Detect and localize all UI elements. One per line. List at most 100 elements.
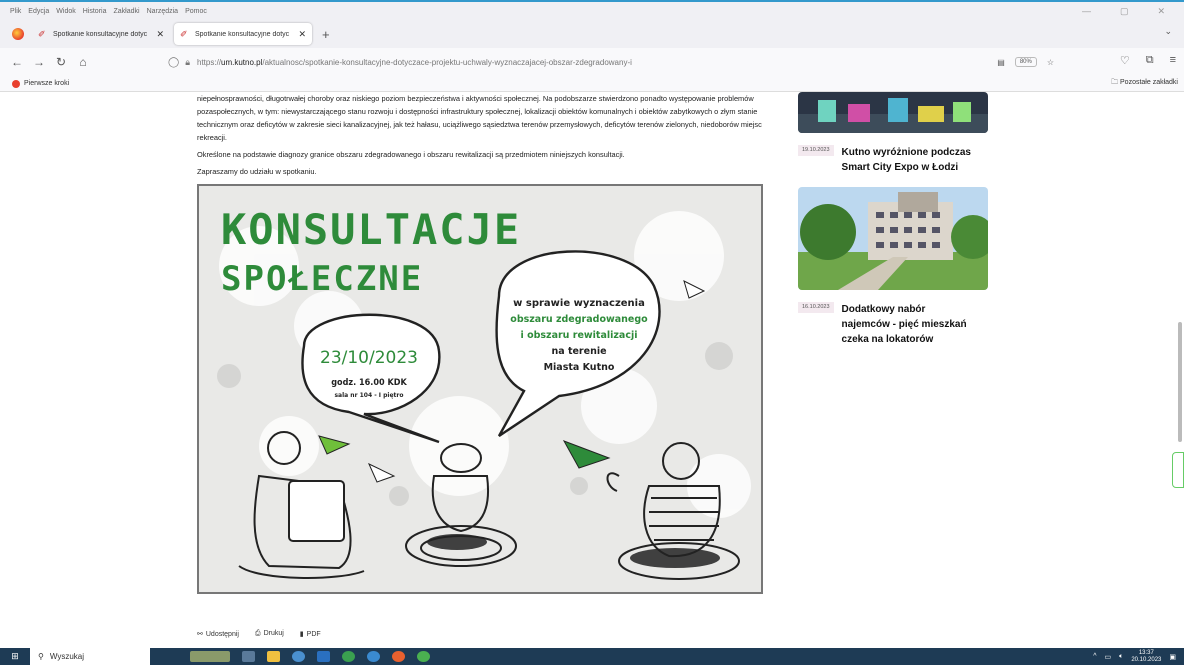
- news-item[interactable]: 19.10.2023 Kutno wyróżnione podczas Smar…: [798, 145, 988, 175]
- outlook-icon[interactable]: [317, 651, 330, 662]
- menu-bar: Plik Edycja Widok Historia Zakładki Narz…: [0, 0, 1184, 20]
- other-bookmarks-label: Pozostałe zakładki: [1120, 79, 1178, 86]
- poster-room: sala nr 104 - I piętro: [334, 392, 403, 399]
- widgets-icon[interactable]: [190, 651, 230, 662]
- navigation-bar: ← → ↻ ⌂ ◯ 🔒︎ https://um.kutno.pl/aktualn…: [0, 48, 1184, 76]
- news-title[interactable]: Dodatkowy nabór najemców - pięć mieszkań…: [842, 302, 977, 347]
- tray-chevron-icon[interactable]: ^: [1093, 653, 1096, 660]
- news-image-apartments[interactable]: [798, 187, 988, 290]
- url-bar-actions: ▤ 80% ☆: [997, 57, 1054, 67]
- chrome-icon[interactable]: [292, 651, 305, 662]
- task-view-icon[interactable]: [242, 651, 255, 662]
- maximize-icon[interactable]: ▢: [1120, 6, 1129, 17]
- toolbar-right: ♡ ⧉ ≡: [1120, 54, 1176, 67]
- menu-history[interactable]: Historia: [83, 8, 107, 15]
- menu-help[interactable]: Pomoc: [185, 8, 207, 15]
- news-date: 16.10.2023: [798, 302, 834, 313]
- scrollbar-thumb[interactable]: [1178, 322, 1182, 442]
- app-green-icon[interactable]: [342, 651, 355, 662]
- poster-graphic: KONSULTACJE SPOŁECZNE 23/10/2023 godz. 1…: [199, 186, 761, 592]
- volume-icon[interactable]: 🔈︎: [1119, 653, 1123, 661]
- clock[interactable]: 13:37 20.10.2023: [1131, 650, 1161, 664]
- reader-view-icon[interactable]: ▤: [997, 58, 1005, 67]
- taskbar-search-placeholder: Wyszukaj: [49, 652, 85, 661]
- poster-time: godz. 16.00 KDK: [331, 378, 407, 388]
- tab-bar: ✐ Spotkanie konsultacyjne dotyc ✕ ✐ Spot…: [0, 20, 1184, 48]
- taskbar-apps: [190, 651, 430, 662]
- print-link[interactable]: ⎙ Drukuj: [255, 630, 284, 638]
- url-bar[interactable]: ◯ 🔒︎ https://um.kutno.pl/aktualnosc/spot…: [168, 52, 1058, 72]
- pdf-link[interactable]: ▮ PDF: [300, 630, 321, 638]
- file-explorer-icon[interactable]: [267, 651, 280, 662]
- news-date: 19.10.2023: [798, 145, 834, 156]
- windows-taskbar: ⊞ ⚲ Wyszukaj ^ ▭ 🔈︎ 13:37 20.10.2023 ▣: [0, 648, 1184, 665]
- reload-icon[interactable]: ↻: [50, 55, 72, 69]
- article-paragraph: Zapraszamy do udziału w spotkaniu.: [197, 167, 317, 176]
- extensions-icon[interactable]: ⧉: [1146, 54, 1154, 67]
- pdf-label: PDF: [306, 631, 321, 638]
- forward-icon[interactable]: →: [28, 55, 50, 69]
- tab-close-icon[interactable]: ✕: [298, 29, 306, 40]
- close-window-icon[interactable]: ✕: [1157, 6, 1165, 17]
- poster-date: 23/10/2023: [320, 348, 418, 368]
- news-sidebar: 19.10.2023 Kutno wyróżnione podczas Smar…: [798, 92, 988, 347]
- window-controls: — ▢ ✕: [1082, 6, 1172, 17]
- page-scrollbar[interactable]: [1178, 92, 1182, 640]
- list-tabs-chevron-icon[interactable]: ⌄: [1164, 26, 1172, 37]
- bookmarks-bar: Pierwsze kroki 🗀︎ Pozostałe zakładki: [0, 76, 1184, 92]
- app-blue-icon[interactable]: [367, 651, 380, 662]
- firefox-taskbar-icon[interactable]: [392, 651, 405, 662]
- app-green2-icon[interactable]: [417, 651, 430, 662]
- tab-close-icon[interactable]: ✕: [156, 29, 164, 40]
- tab-title: Spotkanie konsultacyjne dotyc: [195, 30, 290, 38]
- news-image-smart-city[interactable]: [798, 92, 988, 133]
- home-icon[interactable]: ⌂: [72, 55, 94, 69]
- lock-icon[interactable]: 🔒︎: [185, 57, 190, 68]
- article-body: niepełnosprawności, długotrwałej choroby…: [197, 92, 767, 182]
- news-title[interactable]: Kutno wyróżnione podczas Smart City Expo…: [842, 145, 977, 175]
- clock-time: 13:37: [1138, 649, 1154, 656]
- menu-edit[interactable]: Edycja: [28, 8, 49, 15]
- firefox-bookmark-icon: [12, 79, 20, 88]
- bookmark-first-steps[interactable]: Pierwsze kroki: [24, 80, 69, 87]
- other-bookmarks[interactable]: 🗀︎ Pozostałe zakładki: [1111, 78, 1178, 89]
- url-prefix: https://: [197, 57, 222, 67]
- firefox-view-icon[interactable]: [12, 28, 24, 40]
- site-favicon-icon: ✐: [180, 29, 188, 39]
- menu-view[interactable]: Widok: [56, 8, 75, 15]
- article-paragraph: niepełnosprawności, długotrwałej choroby…: [197, 94, 762, 142]
- menu-tools[interactable]: Narzędzia: [147, 8, 179, 15]
- menu-bookmarks[interactable]: Zakładki: [113, 8, 139, 15]
- article-paragraph: Określone na podstawie diagnozy granice …: [197, 150, 625, 159]
- poster-bubble-line-3: i obszaru rewitalizacji: [521, 330, 638, 341]
- taskbar-search[interactable]: ⚲ Wyszukaj: [30, 648, 150, 665]
- tab-1[interactable]: ✐ Spotkanie konsultacyjne dotyc ✕: [32, 23, 170, 45]
- start-icon[interactable]: ⊞: [0, 651, 30, 662]
- poster-bubble-line-4: na terenie: [551, 346, 606, 357]
- share-label: Udostępnij: [205, 631, 239, 638]
- back-icon[interactable]: ←: [6, 55, 28, 69]
- accessibility-widget-icon[interactable]: [1172, 452, 1184, 488]
- news-item[interactable]: 16.10.2023 Dodatkowy nabór najemców - pi…: [798, 302, 988, 347]
- zoom-level[interactable]: 80%: [1014, 57, 1037, 67]
- app-menu-icon[interactable]: ≡: [1170, 54, 1176, 67]
- bookmark-star-icon[interactable]: ☆: [1047, 58, 1054, 67]
- poster-bubble-line-1: w sprawie wyznaczenia: [513, 298, 645, 309]
- share-link[interactable]: ⚯ Udostępnij: [197, 630, 239, 638]
- poster-bubble-line-2: obszaru zdegradowanego: [510, 314, 648, 325]
- menu-file[interactable]: Plik: [10, 8, 21, 15]
- tracking-shield-icon[interactable]: ◯: [168, 57, 179, 68]
- folder-icon: 🗀︎: [1111, 79, 1121, 86]
- print-icon: ⎙: [254, 630, 261, 637]
- pocket-icon[interactable]: ♡: [1120, 54, 1130, 67]
- search-icon: ⚲: [38, 652, 44, 661]
- network-icon[interactable]: ▭: [1105, 653, 1112, 661]
- minimize-icon[interactable]: —: [1082, 6, 1091, 17]
- share-icon: ⚯: [197, 631, 203, 638]
- notifications-icon[interactable]: ▣: [1169, 653, 1176, 661]
- new-tab-icon[interactable]: +: [322, 27, 330, 42]
- pdf-icon: ▮: [299, 631, 304, 638]
- tab-2[interactable]: ✐ Spotkanie konsultacyjne dotyc ✕: [174, 23, 312, 45]
- system-tray: ^ ▭ 🔈︎ 13:37 20.10.2023 ▣: [1093, 650, 1176, 664]
- poster-title-2: SPOŁECZNE: [221, 259, 423, 299]
